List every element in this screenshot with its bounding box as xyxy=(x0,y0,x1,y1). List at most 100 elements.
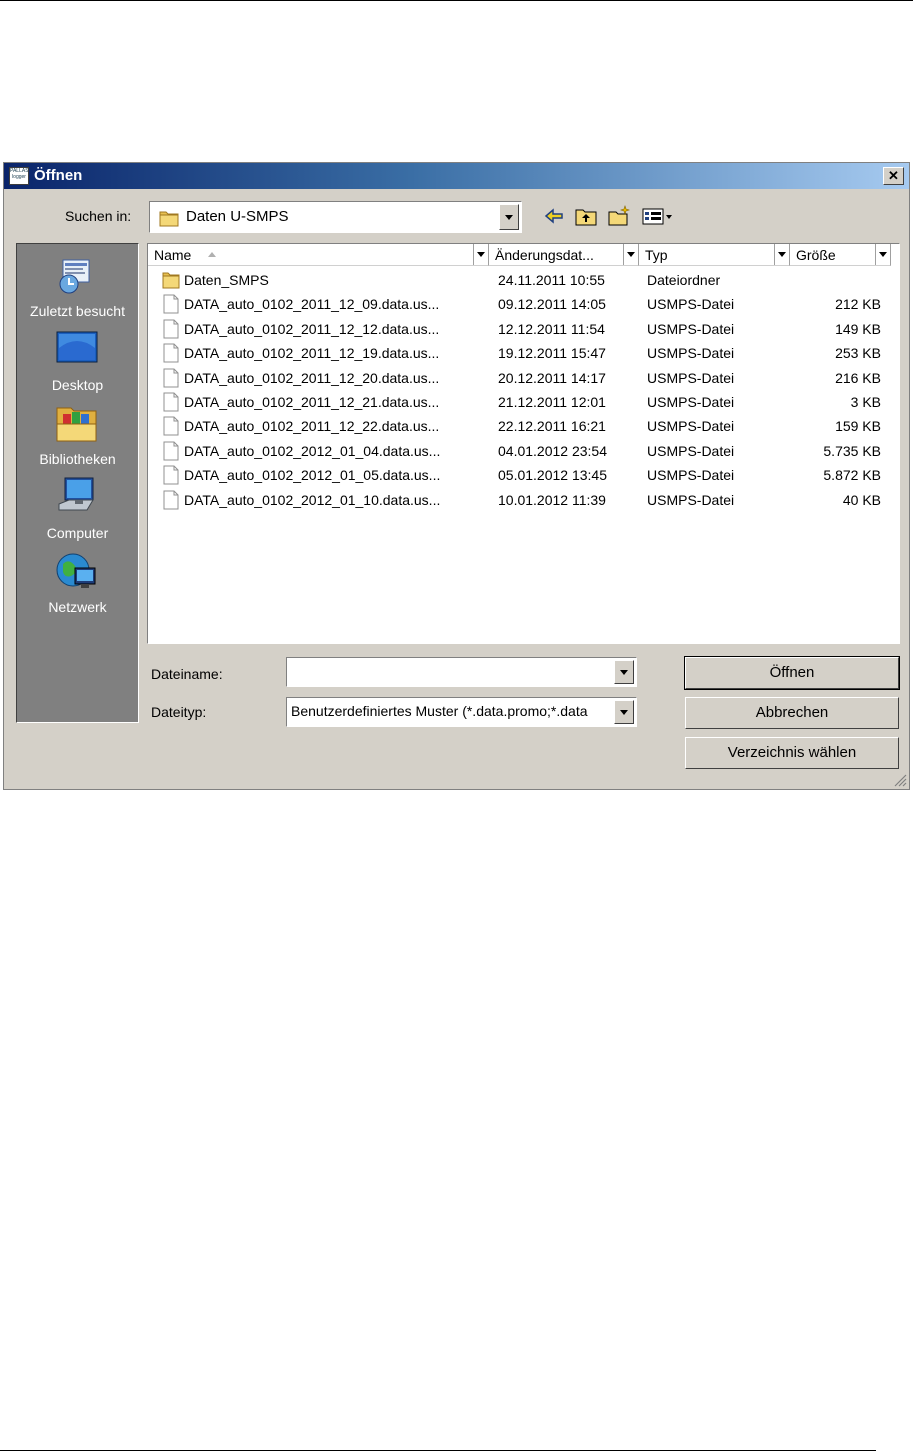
file-date: 21.12.2011 12:01 xyxy=(498,394,606,410)
file-date: 10.01.2012 11:39 xyxy=(498,491,606,508)
view-menu-icon[interactable] xyxy=(641,205,675,227)
sort-ascending-icon xyxy=(208,252,216,257)
file-row[interactable]: DATA_auto_0102_2011_12_21.data.us... 21.1… xyxy=(148,390,899,414)
file-size: 253 KB xyxy=(835,345,881,362)
folder-icon xyxy=(159,211,179,227)
file-row[interactable]: DATA_auto_0102_2012_01_05.data.us... 05.0… xyxy=(148,463,899,487)
filetype-select[interactable]: Benutzerdefiniertes Muster (*.data.promo… xyxy=(286,697,637,727)
app-logo-icon: PALLAS logger xyxy=(9,167,29,185)
filename-label: Dateiname: xyxy=(151,666,223,682)
places-bar: Zuletzt besucht Desktop Bibliotheken Com… xyxy=(16,243,139,723)
file-row[interactable]: DATA_auto_0102_2012_01_10.data.us... 10.0… xyxy=(148,488,899,512)
place-label: Bibliotheken xyxy=(39,451,116,467)
place-network[interactable]: Netzwerk xyxy=(17,550,138,620)
dialog-title: Öffnen xyxy=(34,167,83,184)
file-date: 19.12.2011 15:47 xyxy=(498,345,606,362)
file-size: 3 KB xyxy=(850,394,881,410)
file-name: DATA_auto_0102_2012_01_04.data.us... xyxy=(184,442,441,459)
open-button[interactable]: Öffnen xyxy=(684,656,900,690)
file-date: 24.11.2011 10:55 xyxy=(498,272,605,288)
filetype-dropdown-button[interactable] xyxy=(614,700,634,724)
column-header-date[interactable]: Änderungsdat... xyxy=(489,244,639,266)
file-size: 5.872 KB xyxy=(823,467,881,484)
file-row[interactable]: Daten_SMPS 24.11.2011 10:55 Dateiordner xyxy=(148,268,899,292)
file-row[interactable]: DATA_auto_0102_2011_12_12.data.us... 12.1… xyxy=(148,317,899,341)
file-name: DATA_auto_0102_2011_12_19.data.us... xyxy=(184,345,440,362)
cancel-button[interactable]: Abbrechen xyxy=(685,697,899,729)
file-name: DATA_auto_0102_2011_12_09.data.us... xyxy=(184,296,440,313)
file-size: 149 KB xyxy=(835,320,881,337)
file-icon xyxy=(163,392,179,412)
column-label: Größe xyxy=(796,247,836,263)
file-type: Dateiordner xyxy=(647,272,721,288)
file-name: DATA_auto_0102_2011_12_21.data.us... xyxy=(184,394,440,410)
column-filter-dropdown-icon[interactable] xyxy=(473,244,488,265)
look-in-combobox[interactable]: Daten U-SMPS xyxy=(149,201,522,233)
file-type: USMPS-Datei xyxy=(647,369,735,386)
file-size: 5.735 KB xyxy=(823,442,881,459)
file-row[interactable]: DATA_auto_0102_2012_01_04.data.us... 04.0… xyxy=(148,439,899,463)
file-date: 12.12.2011 11:54 xyxy=(498,320,605,337)
file-type: USMPS-Datei xyxy=(647,418,735,435)
column-label: Typ xyxy=(645,247,668,263)
libraries-icon xyxy=(56,407,97,442)
file-date: 20.12.2011 14:17 xyxy=(498,369,606,386)
column-filter-dropdown-icon[interactable] xyxy=(774,244,789,265)
file-icon xyxy=(163,441,179,461)
place-label: Computer xyxy=(46,525,109,541)
file-row[interactable]: DATA_auto_0102_2011_12_09.data.us... 09.1… xyxy=(148,292,899,316)
place-libraries[interactable]: Bibliotheken xyxy=(17,402,138,472)
column-label: Name xyxy=(154,247,192,263)
column-filter-dropdown-icon[interactable] xyxy=(623,244,638,265)
column-header-name[interactable]: Name xyxy=(148,244,489,266)
file-row[interactable]: DATA_auto_0102_2011_12_22.data.us... 22.1… xyxy=(148,414,899,438)
back-arrow-icon[interactable] xyxy=(542,205,566,227)
place-computer[interactable]: Computer xyxy=(17,476,138,546)
place-label: Desktop xyxy=(51,377,104,393)
file-icon xyxy=(163,416,179,436)
file-type: USMPS-Datei xyxy=(647,394,735,410)
file-name: DATA_auto_0102_2011_12_22.data.us... xyxy=(184,418,440,435)
column-header-type[interactable]: Typ xyxy=(639,244,790,266)
file-icon xyxy=(163,368,179,388)
recent-places-icon xyxy=(59,259,90,294)
file-type: USMPS-Datei xyxy=(647,320,735,337)
look-in-dropdown-button[interactable] xyxy=(499,204,519,230)
up-folder-icon[interactable] xyxy=(574,205,598,227)
filename-dropdown-button[interactable] xyxy=(614,660,634,684)
file-type: USMPS-Datei xyxy=(647,296,735,313)
file-date: 09.12.2011 14:05 xyxy=(498,296,606,313)
network-icon xyxy=(56,553,96,588)
file-icon xyxy=(163,294,179,314)
filename-combobox[interactable] xyxy=(286,657,637,687)
place-recent[interactable]: Zuletzt besucht xyxy=(17,254,138,324)
file-list[interactable]: Name Änderungsdat... Typ Größe Daten_SMP… xyxy=(147,243,900,644)
file-icon xyxy=(163,490,179,510)
page-bottom-rule xyxy=(0,1450,876,1451)
file-type: USMPS-Datei xyxy=(647,442,735,459)
choose-directory-button[interactable]: Verzeichnis wählen xyxy=(685,737,899,769)
resize-grip-icon[interactable] xyxy=(893,773,907,787)
file-name: DATA_auto_0102_2012_01_05.data.us... xyxy=(184,467,441,484)
new-folder-icon[interactable] xyxy=(607,205,631,227)
computer-icon xyxy=(58,477,94,511)
file-row[interactable]: DATA_auto_0102_2011_12_20.data.us... 20.1… xyxy=(148,366,899,390)
title-bar[interactable]: PALLAS logger Öffnen ✕ xyxy=(4,163,909,189)
file-size: 212 KB xyxy=(835,296,881,313)
file-date: 04.01.2012 23:54 xyxy=(498,442,607,459)
column-label: Änderungsdat... xyxy=(495,247,594,263)
file-row[interactable]: DATA_auto_0102_2011_12_19.data.us... 19.1… xyxy=(148,341,899,365)
file-size: 159 KB xyxy=(835,418,881,435)
place-label: Netzwerk xyxy=(48,599,107,615)
file-type: USMPS-Datei xyxy=(647,491,735,508)
filetype-label: Dateityp: xyxy=(151,704,207,720)
file-size: 40 KB xyxy=(842,491,881,508)
file-type: USMPS-Datei xyxy=(647,467,735,484)
close-button[interactable]: ✕ xyxy=(883,167,904,185)
file-icon xyxy=(163,465,179,485)
desktop-icon xyxy=(56,331,98,363)
place-desktop[interactable]: Desktop xyxy=(17,328,138,398)
column-filter-dropdown-icon[interactable] xyxy=(875,244,890,265)
column-header-size[interactable]: Größe xyxy=(790,244,891,266)
file-size: 216 KB xyxy=(835,369,881,386)
